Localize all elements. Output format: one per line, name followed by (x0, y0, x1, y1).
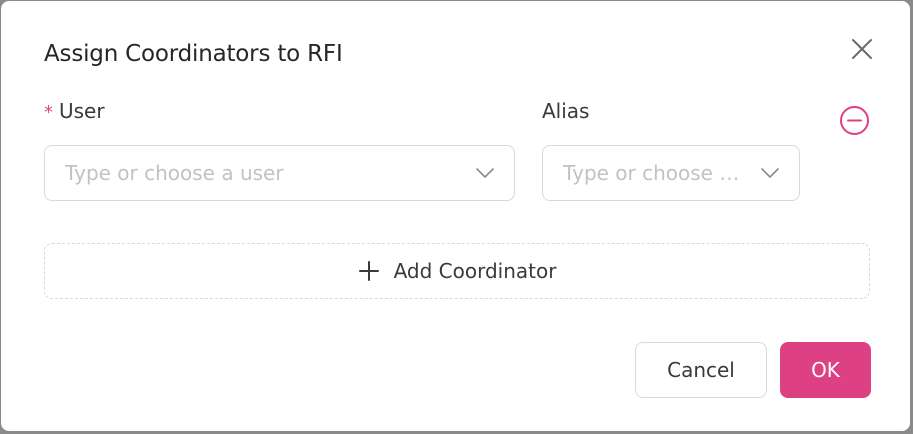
required-mark: * (44, 102, 53, 123)
alias-select-placeholder: Type or choose an alias (563, 161, 743, 185)
alias-label: Alias (542, 99, 590, 123)
assign-coordinators-dialog: Assign Coordinators to RFI * User Alias T… (1, 1, 910, 431)
user-label-text: User (59, 99, 105, 123)
minus-circle-icon (840, 106, 869, 135)
plus-icon (358, 261, 379, 281)
close-button[interactable] (849, 36, 875, 62)
cancel-button[interactable]: Cancel (635, 342, 767, 398)
close-icon (852, 39, 872, 59)
chevron-down-icon (761, 168, 779, 178)
add-coordinator-button[interactable]: Add Coordinator (44, 243, 870, 299)
user-select-placeholder: Type or choose a user (65, 161, 284, 185)
user-select[interactable]: Type or choose a user (44, 145, 515, 201)
alias-select[interactable]: Type or choose an alias (542, 145, 800, 201)
dialog-title: Assign Coordinators to RFI (44, 41, 343, 67)
add-coordinator-label: Add Coordinator (393, 259, 557, 283)
ok-button[interactable]: OK (780, 342, 871, 398)
remove-coordinator-button[interactable] (839, 105, 870, 136)
chevron-down-icon (476, 168, 494, 178)
user-label: * User (44, 99, 105, 123)
